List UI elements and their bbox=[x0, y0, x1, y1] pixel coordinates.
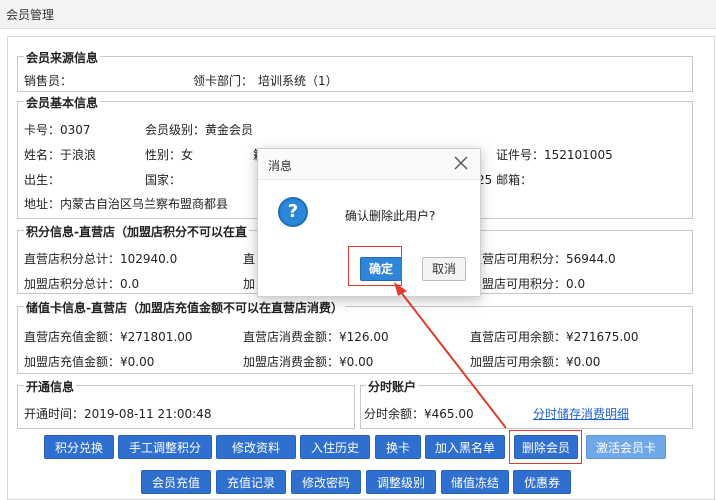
annotation-arrow bbox=[394, 282, 507, 429]
